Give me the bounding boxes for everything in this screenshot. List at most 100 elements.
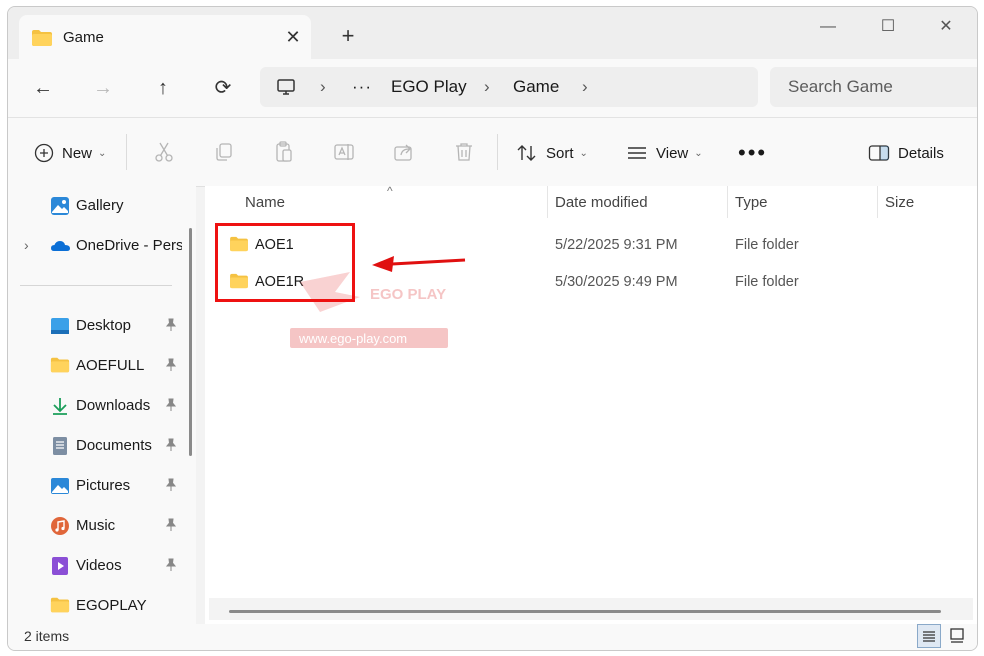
sidebar-item-label: OneDrive - Perso xyxy=(76,237,182,254)
chevron-down-icon: ⌄ xyxy=(579,147,588,159)
sidebar-item-pictures[interactable]: Pictures xyxy=(8,470,184,502)
tab-game[interactable]: Game ✕ xyxy=(19,15,311,60)
sidebar-item-documents[interactable]: Documents xyxy=(8,430,184,462)
sidebar-item-label: Music xyxy=(76,517,116,534)
highlight-box xyxy=(215,223,355,302)
pin-icon xyxy=(164,318,178,332)
column-header-date[interactable]: Date modified xyxy=(555,194,648,211)
plus-circle-icon xyxy=(34,143,54,163)
sidebar-item-label: AOEFULL xyxy=(76,357,145,374)
column-header-type[interactable]: Type xyxy=(735,194,768,211)
new-label: New xyxy=(62,144,93,162)
horizontal-scroll-track xyxy=(209,598,973,620)
toolbar-divider xyxy=(126,134,127,170)
sidebar-item-desktop[interactable]: Desktop xyxy=(8,310,184,342)
details-button[interactable]: Details xyxy=(868,139,944,167)
view-button[interactable]: View ⌄ xyxy=(626,139,703,167)
close-window-icon[interactable]: ✕ xyxy=(926,15,966,39)
large-icons-view-icon[interactable] xyxy=(946,624,970,648)
download-icon xyxy=(50,396,70,416)
sidebar-item-videos[interactable]: Videos xyxy=(8,550,184,582)
cut-icon[interactable] xyxy=(152,140,176,164)
address-row: ← → ↑ ⟳ › ··· EGO Play › Game › Search G… xyxy=(8,59,977,117)
pin-icon xyxy=(164,398,178,412)
watermark-brand: EGO PLAY xyxy=(370,286,446,303)
column-header-size[interactable]: Size xyxy=(885,194,914,211)
rename-icon[interactable] xyxy=(332,140,356,164)
horizontal-scrollbar[interactable] xyxy=(229,610,941,613)
title-bar: Game ✕ + — ☐ ✕ xyxy=(8,7,977,60)
sidebar-item-gallery[interactable]: Gallery xyxy=(8,190,184,222)
column-divider[interactable] xyxy=(727,186,728,218)
sidebar-item-music[interactable]: Music xyxy=(8,510,184,542)
pin-icon xyxy=(164,518,178,532)
sidebar-item-aoefull[interactable]: AOEFULL xyxy=(8,350,184,382)
tab-title: Game xyxy=(63,29,104,46)
folder-icon xyxy=(50,356,70,376)
sidebar-item-label: Gallery xyxy=(76,197,124,214)
command-bar: New ⌄ Sort ⌄ View ⌄ ••• Details xyxy=(8,117,977,187)
sidebar-item-onedrive[interactable]: › OneDrive - Perso xyxy=(8,230,184,262)
sidebar-scrollbar[interactable] xyxy=(189,228,192,456)
view-label: View xyxy=(656,144,689,162)
more-locations-icon[interactable]: ··· xyxy=(352,77,372,97)
file-date: 5/22/2025 9:31 PM xyxy=(555,237,678,253)
sidebar-divider xyxy=(20,285,172,286)
paste-icon[interactable] xyxy=(272,140,296,164)
search-input[interactable]: Search Game xyxy=(770,67,977,107)
arrow-annotation xyxy=(370,250,470,281)
sidebar-item-label: Documents xyxy=(76,437,152,454)
music-icon xyxy=(50,516,70,536)
details-view-icon[interactable] xyxy=(917,624,941,648)
new-tab-button[interactable]: + xyxy=(336,24,360,48)
new-button[interactable]: New ⌄ xyxy=(34,139,106,167)
gallery-icon xyxy=(50,196,70,216)
column-divider[interactable] xyxy=(877,186,878,218)
pictures-icon xyxy=(50,476,70,496)
pin-icon xyxy=(164,438,178,452)
forward-button[interactable]: → xyxy=(86,73,120,103)
file-type: File folder xyxy=(735,237,799,253)
breadcrumb-ego-play[interactable]: EGO Play xyxy=(391,77,467,97)
chevron-right-icon[interactable]: › xyxy=(24,237,29,253)
onedrive-icon xyxy=(50,236,70,256)
minimize-icon[interactable]: — xyxy=(808,15,848,39)
sidebar-item-label: Videos xyxy=(76,557,122,574)
sidebar-item-label: Downloads xyxy=(76,397,151,414)
pin-icon xyxy=(164,478,178,492)
chevron-down-icon: ⌄ xyxy=(694,147,703,159)
chevron-right-icon[interactable]: › xyxy=(582,77,588,97)
watermark-url: www.ego-play.com xyxy=(298,331,407,346)
sidebar-item-label: Desktop xyxy=(76,317,132,334)
sort-button[interactable]: Sort ⌄ xyxy=(516,139,588,167)
sort-icon xyxy=(517,145,536,161)
pin-icon xyxy=(164,558,178,572)
more-options-icon[interactable]: ••• xyxy=(738,139,767,167)
chevron-right-icon: › xyxy=(320,77,326,96)
column-divider[interactable] xyxy=(547,186,548,218)
refresh-button[interactable]: ⟳ xyxy=(206,73,240,103)
breadcrumb-game[interactable]: Game xyxy=(513,77,559,97)
folder-icon xyxy=(31,29,53,52)
copy-icon[interactable] xyxy=(212,140,236,164)
computer-icon xyxy=(276,77,296,102)
file-date: 5/30/2025 9:49 PM xyxy=(555,274,678,290)
share-icon[interactable] xyxy=(392,140,416,164)
address-bar[interactable]: › ··· EGO Play › Game › xyxy=(260,67,758,107)
navigation-pane: Gallery › OneDrive - Perso Desktop AOEFU… xyxy=(8,186,196,624)
status-bar: 2 items xyxy=(8,624,977,650)
back-button[interactable]: ← xyxy=(26,73,60,103)
column-header-name[interactable]: Name xyxy=(245,194,285,211)
details-pane-icon xyxy=(868,145,890,161)
close-tab-icon[interactable]: ✕ xyxy=(281,25,305,49)
desktop-icon xyxy=(50,316,70,336)
sidebar-item-downloads[interactable]: Downloads xyxy=(8,390,184,422)
sidebar-item-egoplay[interactable]: EGOPLAY xyxy=(8,590,184,622)
sidebar-item-label: EGOPLAY xyxy=(76,597,147,614)
details-label: Details xyxy=(898,144,944,162)
maximize-icon[interactable]: ☐ xyxy=(868,15,908,39)
chevron-down-icon: ⌄ xyxy=(98,147,107,159)
up-button[interactable]: ↑ xyxy=(146,73,180,103)
view-list-icon xyxy=(628,147,646,159)
delete-icon[interactable] xyxy=(452,140,476,164)
